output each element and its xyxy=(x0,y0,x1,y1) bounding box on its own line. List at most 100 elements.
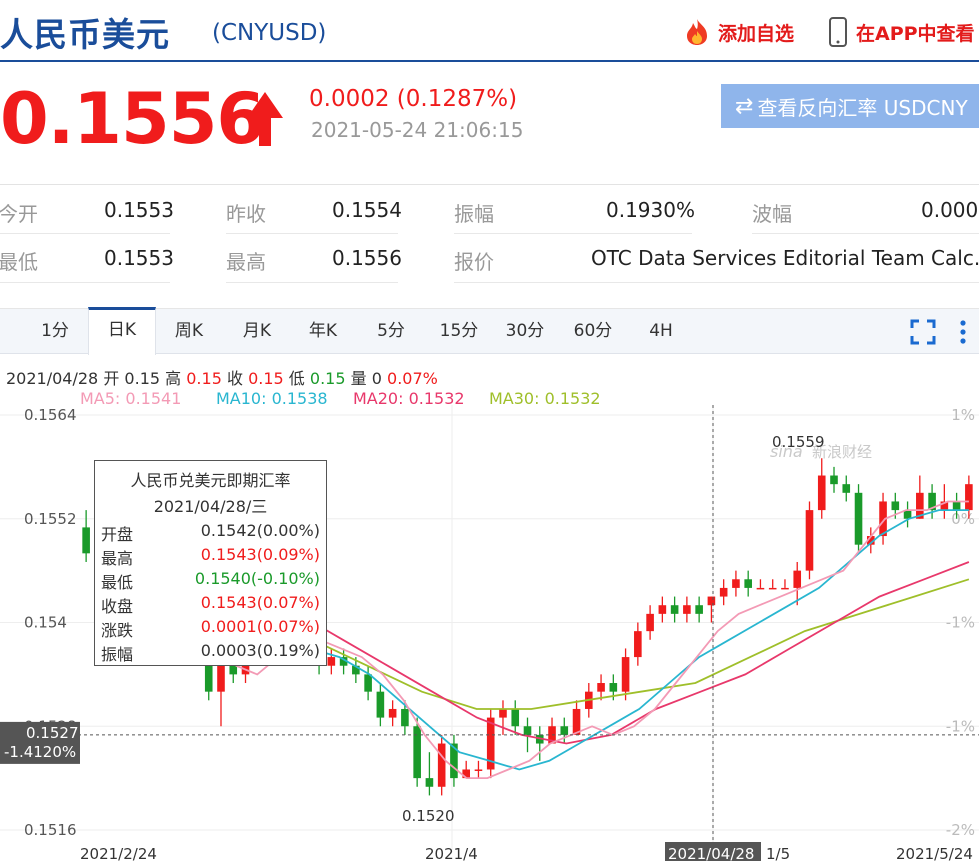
ohlc-tooltip: 人民币兑美元即期汇率 2021/04/28/三 开盘 0.1542(0.00%) … xyxy=(94,460,327,666)
y-tick-label: 0.154 xyxy=(24,614,67,632)
candle-body xyxy=(609,683,618,692)
tab-weekly-k[interactable]: 周K xyxy=(158,309,220,353)
candle-body xyxy=(768,587,777,590)
candle-body xyxy=(670,605,679,614)
divider xyxy=(0,282,170,283)
info-close-label: 收 xyxy=(226,369,243,388)
price-change: 0.0002 (0.1287%) xyxy=(309,86,518,112)
phone-icon xyxy=(829,17,847,47)
x-tick-label: 2021/4 xyxy=(425,845,478,861)
tooltip-date: 2021/04/28/三 xyxy=(153,497,268,516)
view-in-app-button[interactable]: 在APP中查看 xyxy=(828,16,975,48)
candle-body xyxy=(474,769,483,771)
candle-body xyxy=(597,683,605,692)
tooltip-key: 收盘 xyxy=(101,597,134,616)
y-tick-label: 0.1516 xyxy=(24,821,77,839)
tab-5min[interactable]: 5分 xyxy=(360,309,422,353)
tooltip-row-amplitude: 振幅 0.0003(0.19%) xyxy=(101,641,320,665)
pct-tick-label: 0% xyxy=(951,510,975,528)
tab-30min[interactable]: 30分 xyxy=(494,309,556,353)
candle-body xyxy=(634,631,642,658)
crosshair-date-label: 2021/04/28 xyxy=(668,845,754,861)
stat-label-quote-source: 报价 xyxy=(454,250,494,274)
view-in-app-label: 在APP中查看 xyxy=(856,22,975,45)
candle-body xyxy=(511,708,520,727)
min-price-label: 0.1520 xyxy=(402,807,455,825)
tab-1min[interactable]: 1分 xyxy=(24,309,86,353)
divider xyxy=(0,233,170,234)
pct-tick-label: -1% xyxy=(946,717,975,735)
tooltip-title: 人民币兑美元即期汇率 xyxy=(130,471,291,490)
info-high-label: 高 xyxy=(165,369,182,388)
candle-body xyxy=(817,475,826,511)
flame-icon xyxy=(687,19,707,45)
info-percent: 0.07% xyxy=(387,369,438,388)
tooltip-row-open: 开盘 0.1542(0.00%) xyxy=(101,521,320,545)
fullscreen-icon[interactable] xyxy=(910,319,936,345)
tooltip-key: 涨跌 xyxy=(101,621,134,640)
tab-daily-k[interactable]: 日K xyxy=(88,307,156,355)
add-favorite-label: 添加自选 xyxy=(718,22,795,45)
candle-body xyxy=(229,665,238,675)
stat-value-low: 0.1553 xyxy=(104,246,174,270)
x-tick-label: 1/5 xyxy=(766,845,790,861)
tab-15min[interactable]: 15分 xyxy=(428,309,490,353)
reverse-rate-button[interactable]: ⇄ 查看反向汇率 USDCNY xyxy=(721,84,979,128)
stat-value-amplitude: 0.1930% xyxy=(606,198,695,222)
stat-value-open: 0.1553 xyxy=(104,198,174,222)
tab-yearly-k[interactable]: 年K xyxy=(292,309,354,353)
stat-label-low: 最低 xyxy=(0,250,38,274)
crosshair-pct-label: -1.4120% xyxy=(4,743,76,761)
stat-label-open: 今开 xyxy=(0,202,38,226)
ohlc-info-line: 2021/04/28 开 0.15 高 0.15 收 0.15 低 0.15 量… xyxy=(6,365,438,389)
tooltip-key: 最低 xyxy=(101,573,134,592)
candle-body xyxy=(560,726,569,735)
candle-body xyxy=(388,708,397,718)
tab-monthly-k[interactable]: 月K xyxy=(226,309,288,353)
stat-label-high: 最高 xyxy=(226,250,266,274)
candle-body xyxy=(425,778,434,787)
x-tick-label: 2021/2/24 xyxy=(80,845,157,861)
tooltip-value: 0.1542(0.00%) xyxy=(200,521,320,540)
stat-label-amplitude: 振幅 xyxy=(454,202,494,226)
candle-body xyxy=(842,484,851,493)
info-low: 0.15 xyxy=(309,369,346,388)
quote-time: 2021-05-24 21:06:15 xyxy=(311,118,524,142)
tooltip-key: 开盘 xyxy=(101,525,134,544)
tooltip-key: 振幅 xyxy=(101,645,134,664)
tooltip-value: 0.1543(0.09%) xyxy=(200,545,320,564)
stat-value-prev-close: 0.1554 xyxy=(332,198,402,222)
current-price: 0.1556 xyxy=(0,78,265,160)
candle-body xyxy=(805,510,814,571)
divider xyxy=(0,184,979,185)
candle-body xyxy=(658,605,667,614)
candle-body xyxy=(376,691,385,718)
max-price-label: 0.1559 xyxy=(772,433,825,451)
stat-value-range: 0.0003 xyxy=(921,198,979,222)
x-tick-label: 2021/5/24 xyxy=(896,845,973,861)
add-favorite-button[interactable]: 添加自选 xyxy=(680,16,794,48)
candle-body xyxy=(683,605,691,614)
candle-body xyxy=(523,726,532,735)
candle-body xyxy=(621,657,630,692)
y-tick-label: 0.1552 xyxy=(24,510,77,528)
candle-body xyxy=(965,484,973,511)
info-low-label: 低 xyxy=(288,369,305,388)
candle-body xyxy=(327,657,336,666)
tooltip-key: 最高 xyxy=(101,549,134,568)
candle-body xyxy=(830,475,838,485)
candle-body xyxy=(793,570,802,588)
candle-body xyxy=(732,579,740,588)
tab-4h[interactable]: 4H xyxy=(630,309,692,353)
candle-body xyxy=(952,501,961,511)
tab-60min[interactable]: 60分 xyxy=(562,309,624,353)
tooltip-value: 0.0001(0.07%) xyxy=(200,617,320,636)
tooltip-row-low: 最低 0.1540(-0.10%) xyxy=(101,569,320,593)
more-options-icon[interactable] xyxy=(956,319,970,345)
candle-body xyxy=(217,665,225,692)
divider xyxy=(226,282,398,283)
page-title: 人民币美元 xyxy=(0,15,170,54)
info-high: 0.15 xyxy=(186,369,222,388)
header: 人民币美元 (CNYUSD) 添加自选 在APP中查看 xyxy=(0,0,979,62)
info-volume: 0 xyxy=(371,369,382,388)
